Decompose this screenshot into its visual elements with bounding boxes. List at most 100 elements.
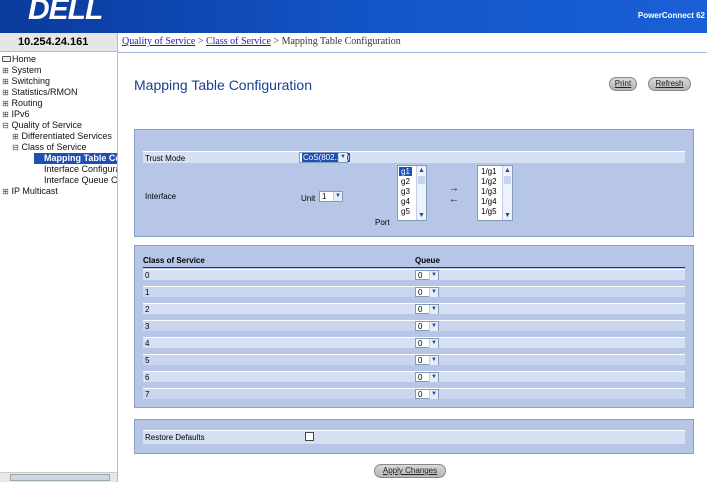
sidebar-item-differentiated-services[interactable]: ⊞ Differentiated Services [12, 131, 112, 142]
list-item[interactable]: g1 [399, 167, 412, 176]
list-item[interactable]: 1/g1 [479, 167, 499, 176]
restore-defaults-checkbox[interactable] [305, 432, 314, 441]
sidebar-item-quality-of-service[interactable]: ⊟ Quality of Service [2, 120, 82, 131]
sidebar-item-mapping-table[interactable]: Mapping Table Co [34, 153, 117, 164]
chevron-down-icon: ▼ [338, 153, 347, 162]
ip-address-bar: 10.254.24.161 [0, 33, 118, 52]
sidebar-item-interface-configuration[interactable]: Interface Configurati [44, 164, 117, 175]
list-scrollbar[interactable]: ▲ ▼ [416, 166, 426, 220]
restore-defaults-panel: Restore Defaults [134, 419, 694, 454]
expand-icon[interactable]: ⊞ [2, 98, 9, 109]
table-row: 5 0 ▼ [143, 354, 685, 365]
queue-select[interactable]: 0 ▼ [415, 304, 439, 314]
scrollbar-thumb[interactable] [10, 474, 110, 481]
table-row: 2 0 ▼ [143, 303, 685, 314]
chevron-down-icon: ▼ [333, 192, 342, 201]
list-item[interactable]: g4 [399, 197, 412, 206]
queue-select[interactable]: 0 ▼ [415, 372, 439, 382]
scrollbar-thumb[interactable] [418, 176, 425, 184]
table-row: 1 0 ▼ [143, 286, 685, 297]
header-divider [143, 267, 685, 268]
queue-select[interactable]: 0 ▼ [415, 321, 439, 331]
list-item[interactable]: 1/g3 [479, 187, 499, 196]
sidebar-item-class-of-service[interactable]: ⊟ Class of Service [12, 142, 86, 153]
cos-value: 5 [145, 356, 150, 365]
breadcrumb-quality-of-service[interactable]: Quality of Service [122, 36, 195, 47]
expand-icon[interactable]: ⊞ [2, 186, 9, 197]
cos-value: 7 [145, 390, 150, 399]
cos-column-header: Class of Service [143, 256, 205, 265]
expand-icon[interactable]: ⊞ [2, 65, 9, 76]
top-banner: DELL PowerConnect 62 [0, 0, 707, 33]
port-list-available[interactable]: g1 g2 g3 g4 g5 ▲ ▼ [397, 165, 427, 221]
list-scrollbar[interactable]: ▲ ▼ [502, 166, 512, 220]
unit-select[interactable]: 1 ▼ [319, 191, 343, 202]
list-item[interactable]: g5 [399, 207, 412, 216]
sidebar-item-ipv6[interactable]: ⊞ IPv6 [2, 109, 29, 120]
sidebar: Home ⊞ System ⊞ Switching ⊞ Statistics/R… [0, 52, 118, 482]
ip-address: 10.254.24.161 [18, 36, 89, 48]
refresh-button[interactable]: Refresh [648, 77, 691, 91]
chevron-down-icon: ▼ [429, 373, 438, 382]
trust-mode-select[interactable]: CoS(802.1P) ▼ [299, 152, 351, 163]
queue-select[interactable]: 0 ▼ [415, 389, 439, 399]
expand-icon[interactable]: ⊞ [2, 87, 9, 98]
sidebar-item-interface-queue[interactable]: Interface Queue Co [44, 175, 117, 186]
scroll-up-icon[interactable]: ▲ [503, 166, 512, 175]
arrow-right-icon[interactable]: → [447, 184, 461, 194]
list-item[interactable]: g3 [399, 187, 412, 196]
queue-select[interactable]: 0 ▼ [415, 287, 439, 297]
product-name: PowerConnect 62 [637, 11, 705, 20]
cos-value: 2 [145, 305, 150, 314]
sidebar-item-statistics-rmon[interactable]: ⊞ Statistics/RMON [2, 87, 77, 98]
sidebar-item-ip-multicast[interactable]: ⊞ IP Multicast [2, 186, 58, 197]
cos-value: 3 [145, 322, 150, 331]
list-item[interactable]: 1/g5 [479, 207, 499, 216]
expand-icon[interactable]: ⊞ [2, 109, 9, 120]
queue-select[interactable]: 0 ▼ [415, 338, 439, 348]
table-row: 6 0 ▼ [143, 371, 685, 382]
scroll-down-icon[interactable]: ▼ [417, 211, 426, 220]
expand-icon[interactable]: ⊞ [2, 76, 9, 87]
scroll-up-icon[interactable]: ▲ [417, 166, 426, 175]
restore-defaults-row [143, 430, 685, 444]
print-button[interactable]: Print [609, 77, 637, 91]
queue-select[interactable]: 0 ▼ [415, 355, 439, 365]
sidebar-item-system[interactable]: ⊞ System [2, 65, 41, 76]
chevron-down-icon: ▼ [429, 288, 438, 297]
sidebar-item-home[interactable]: Home [2, 54, 36, 65]
queue-select[interactable]: 0 ▼ [415, 270, 439, 280]
sidebar-horizontal-scrollbar[interactable] [0, 472, 117, 482]
main-content: Mapping Table Configuration Print Refres… [118, 53, 707, 482]
list-item[interactable]: g2 [399, 177, 412, 186]
breadcrumb-current: Mapping Table Configuration [281, 36, 401, 47]
interface-label: Interface [145, 192, 177, 201]
list-item[interactable]: 1/g4 [479, 197, 499, 206]
cos-table-panel: Class of Service Queue 0 0 ▼ 1 0 ▼ 2 0 ▼ 3 … [134, 245, 694, 408]
chevron-down-icon: ▼ [429, 356, 438, 365]
list-item[interactable]: 1/g2 [479, 177, 499, 186]
sidebar-item-routing[interactable]: ⊞ Routing [2, 98, 42, 109]
scroll-down-icon[interactable]: ▼ [503, 211, 512, 220]
collapse-icon[interactable]: ⊟ [12, 142, 19, 153]
chevron-down-icon: ▼ [429, 390, 438, 399]
port-list-selected[interactable]: 1/g1 1/g2 1/g3 1/g4 1/g5 ▲ ▼ [477, 165, 513, 221]
apply-changes-button[interactable]: Apply Changes [374, 464, 446, 478]
breadcrumb-separator: > [197, 36, 204, 47]
breadcrumb-separator: > [273, 36, 280, 47]
collapse-icon[interactable]: ⊟ [2, 120, 9, 131]
chevron-down-icon: ▼ [429, 339, 438, 348]
scrollbar-thumb[interactable] [504, 176, 511, 184]
cos-value: 0 [145, 271, 150, 280]
chevron-down-icon: ▼ [429, 322, 438, 331]
port-label: Port [375, 218, 390, 227]
sidebar-item-switching[interactable]: ⊞ Switching [2, 76, 50, 87]
table-row: 7 0 ▼ [143, 388, 685, 399]
restore-defaults-label: Restore Defaults [145, 433, 205, 442]
arrow-left-icon[interactable]: ← [447, 195, 461, 205]
table-row: 0 0 ▼ [143, 269, 685, 280]
chevron-down-icon: ▼ [429, 305, 438, 314]
expand-icon[interactable]: ⊞ [12, 131, 19, 142]
breadcrumb-class-of-service[interactable]: Class of Service [206, 36, 271, 47]
trust-mode-panel: Trust Mode CoS(802.1P) ▼ Interface Unit … [134, 129, 694, 237]
